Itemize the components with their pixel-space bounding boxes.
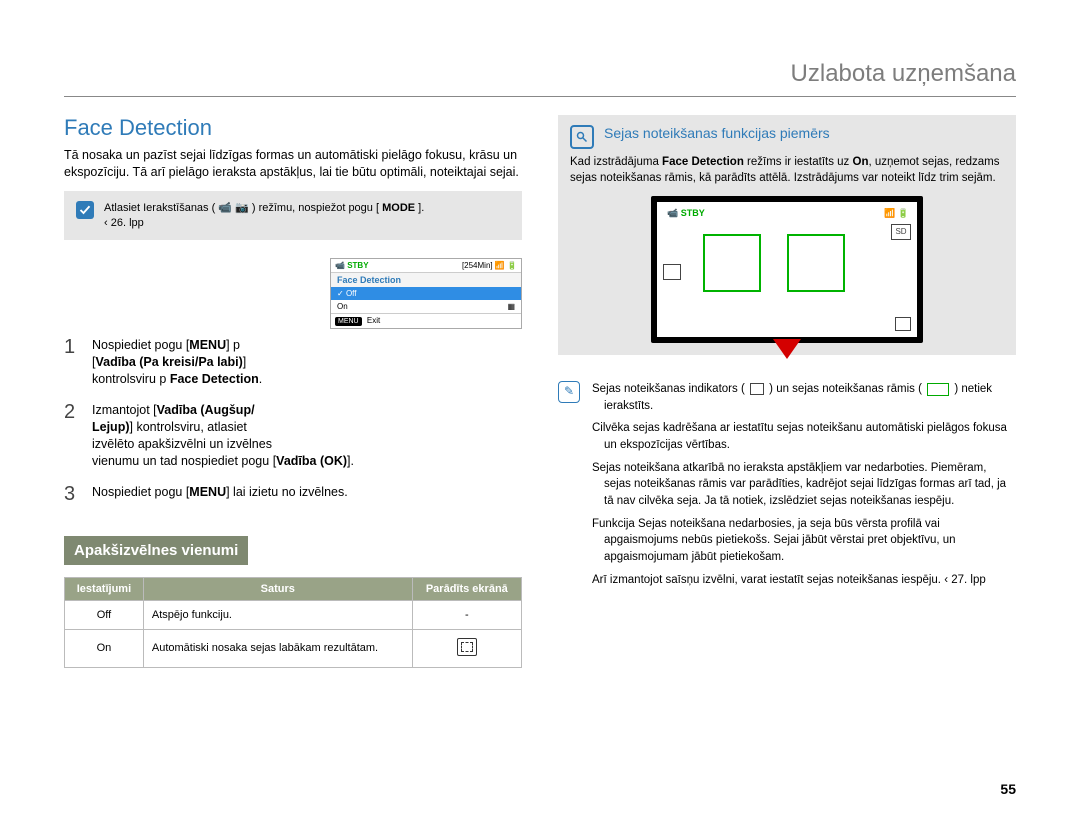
note-item: Funkcija Sejas noteikšana nedarbosies, j… [592, 516, 1016, 566]
notes-box: ✎ Sejas noteikšanas indikators ( ) un se… [558, 381, 1016, 594]
step-number: 3 [64, 484, 80, 504]
face-frame [703, 234, 761, 292]
td-off-desc: Atspējo funkciju. [143, 600, 412, 629]
preview-top-icons: 📶 🔋 [884, 208, 909, 219]
page-number: 55 [1000, 781, 1016, 797]
th-content: Saturs [143, 577, 412, 600]
step-2: Izmantojot [Vadība (Augšup/ Lejup)] kont… [92, 402, 522, 470]
prereq-text2: ) režīmu, nospiežot pogu [ [252, 202, 379, 214]
menu-stby: STBY [347, 261, 368, 270]
face-detect-small-icon [895, 317, 911, 331]
td-on: On [65, 629, 144, 667]
pencil-icon: ✎ [558, 381, 580, 403]
chapter-title: Uzlabota uzņemšana [64, 60, 1016, 97]
prereq-ref: ‹ 26. lpp [104, 217, 144, 229]
note-item: Arī izmantojot saīsņu izvēlni, varat ies… [592, 572, 1016, 589]
step-3: Nospiediet pogu [MENU] lai izietu no izv… [92, 484, 522, 504]
submenu-heading: Apakšizvēlnes vienumi [64, 536, 248, 565]
prerequisite-box: Atlasiet Ierakstīšanas ( 📹 📷 ) režīmu, n… [64, 191, 522, 241]
steps-list: 1 Nospiediet pogu [MENU] p [Vadība (Pa k… [64, 337, 522, 503]
check-icon [76, 201, 94, 219]
preview-stby: 📹 STBY [667, 208, 705, 219]
magnifier-icon [570, 125, 594, 149]
menu-tag: MENU [335, 317, 362, 326]
prereq-mode: MODE [382, 202, 415, 214]
face-detect-icon [457, 638, 477, 656]
face-mode-icon [663, 264, 681, 280]
note-item: Sejas noteikšanas indikators ( ) un seja… [592, 381, 1016, 414]
menu-option-off: ✓ Off [331, 287, 521, 300]
th-settings: Iestatījumi [65, 577, 144, 600]
table-row: On Automātiski nosaka sejas labākam rezu… [65, 629, 522, 667]
note-item: Sejas noteikšana atkarībā no ieraksta ap… [592, 460, 1016, 510]
menu-time: [254Min] [462, 261, 493, 270]
step-number: 1 [64, 337, 80, 388]
td-on-icon [412, 629, 521, 667]
step-number: 2 [64, 402, 80, 470]
green-frame-icon [927, 383, 949, 396]
video-icon: 📹 📷 [218, 202, 248, 214]
table-row: Off Atspējo funkciju. - [65, 600, 522, 629]
notes-list: Sejas noteikšanas indikators ( ) un seja… [592, 381, 1016, 594]
prereq-end: ]. [418, 202, 424, 214]
example-desc: Kad izstrādājuma Face Detection režīms i… [570, 155, 1004, 186]
right-column: Sejas noteikšanas funkcijas piemērs Kad … [558, 115, 1016, 787]
face-frame [787, 234, 845, 292]
face-detect-mini-icon [750, 383, 764, 395]
record-indicator-icon [773, 339, 801, 359]
example-box: Sejas noteikšanas funkcijas piemērs Kad … [558, 115, 1016, 355]
step-1: Nospiediet pogu [MENU] p [Vadība (Pa kre… [92, 337, 522, 388]
note-item: Cilvēka sejas kadrēšana ar iestatītu sej… [592, 420, 1016, 453]
th-display: Parādīts ekrānā [412, 577, 521, 600]
section-title: Face Detection [64, 115, 522, 141]
menu-screenshot: 📹 STBY [254Min] 📶 🔋 Face Detection ✓ Off… [330, 258, 522, 329]
td-on-desc: Automātiski nosaka sejas labākam rezultā… [143, 629, 412, 667]
example-title: Sejas noteikšanas funkcijas piemērs [604, 125, 830, 141]
td-off-icon: - [412, 600, 521, 629]
menu-title: Face Detection [331, 273, 521, 287]
intro-text: Tā nosaka un pazīst sejai līdzīgas forma… [64, 147, 522, 181]
menu-exit: Exit [367, 316, 380, 325]
menu-option-on: On▦ [331, 300, 521, 313]
sd-icon: SD [891, 224, 911, 240]
submenu-table: Iestatījumi Saturs Parādīts ekrānā Off A… [64, 577, 522, 668]
td-off: Off [65, 600, 144, 629]
left-column: Face Detection Tā nosaka un pazīst sejai… [64, 115, 522, 787]
prereq-text: Atlasiet Ierakstīšanas ( [104, 202, 218, 214]
camera-preview: 📹 STBY 📶 🔋 SD [651, 196, 923, 343]
